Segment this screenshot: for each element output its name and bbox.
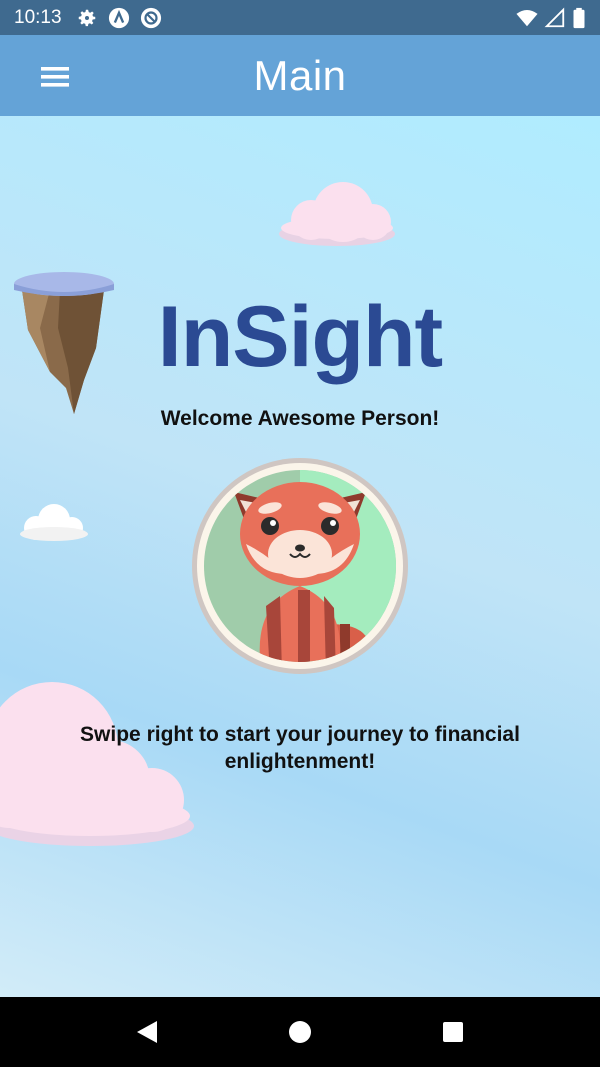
wifi-icon: [516, 7, 538, 29]
pink-cloud-top: [279, 182, 395, 246]
welcome-text: Welcome Awesome Person!: [160, 407, 440, 430]
system-nav-bar: [0, 997, 600, 1067]
brand-title: InSight: [157, 289, 443, 385]
battery-icon: [572, 7, 586, 29]
app-bar: Main: [0, 35, 600, 116]
white-cloud-left: [20, 504, 88, 541]
recents-square-icon[interactable]: [433, 1012, 473, 1052]
swipe-hint-text: Swipe right to start your journey to fin…: [80, 723, 520, 773]
gear-icon: [76, 7, 98, 29]
main-screen[interactable]: InSight Welcome Awesome Person! Swipe ri…: [0, 116, 600, 997]
signal-icon: [544, 7, 566, 29]
app-a-icon: [108, 7, 130, 29]
status-bar: 10:13: [0, 0, 600, 35]
back-triangle-icon[interactable]: [127, 1012, 167, 1052]
page-title: Main: [253, 51, 347, 99]
red-panda-avatar: [192, 458, 408, 674]
home-circle-icon[interactable]: [280, 1012, 320, 1052]
status-time: 10:13: [14, 6, 62, 28]
hamburger-menu-icon[interactable]: [30, 59, 80, 95]
no-disturb-icon: [140, 7, 162, 29]
